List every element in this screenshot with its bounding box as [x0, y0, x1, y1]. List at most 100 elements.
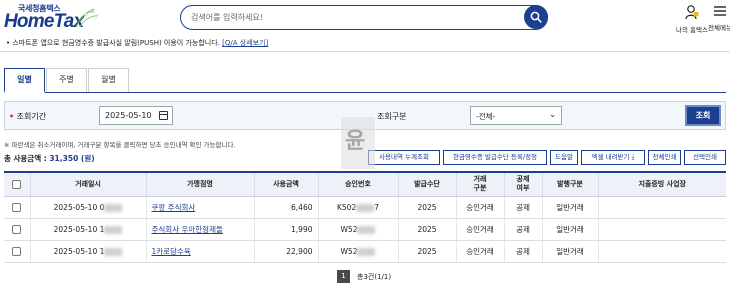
cell-deduct: 공제: [503, 240, 542, 263]
date-value: 2025-05-10: [105, 111, 152, 120]
excel-download-button[interactable]: 엑셀 내려받기 ⤓: [581, 150, 645, 165]
cell-merchant: 1카로당수육: [145, 240, 254, 263]
type-select[interactable]: -전체- ⌄: [470, 106, 562, 125]
redacted-mask: [104, 203, 123, 212]
approval-text: W52: [340, 246, 358, 256]
redacted-mask: [104, 247, 123, 256]
cell-biz: [597, 196, 726, 219]
cell-trade[interactable]: 승인거래: [455, 240, 504, 263]
search-button[interactable]: [524, 5, 548, 29]
qa-detail-link[interactable]: [Q/A 상세보기]: [222, 39, 268, 47]
query-search-button[interactable]: 조회: [685, 105, 721, 126]
cell-issue: 일반거래: [541, 218, 598, 241]
col-datetime: 거래일시: [29, 171, 146, 197]
approval-text: K502: [336, 202, 357, 212]
merchant-link[interactable]: 주식회사 우아한형제들: [152, 225, 223, 234]
hamburger-menu-icon: [714, 6, 726, 16]
redacted-mask: [357, 247, 376, 256]
col-deductible: 공제 여부: [503, 171, 542, 197]
search-input[interactable]: [191, 10, 511, 25]
download-icon: ⤓: [631, 153, 635, 161]
date-input[interactable]: 2025-05-10: [99, 106, 173, 125]
required-marker: •: [9, 112, 15, 121]
push-notice: • 스마트폰 앱으로 현금영수증 발급사실 알림(PUSH) 이용이 가능합니다…: [6, 38, 268, 48]
period-label-wrap: • 조회기간: [9, 111, 46, 122]
cell-merchant: 주식회사 우아한형제들: [145, 218, 254, 241]
header-bar: 국세청홈택스 HomeTax 나의 홈택스 전체메뉴: [0, 0, 730, 36]
table-row: 2025-05-10 0 쿠팡 주식회사 6,460 K502 7 2025 승인…: [4, 196, 726, 219]
cell-trade[interactable]: 승인거래: [455, 218, 504, 241]
cell-issue: 일반거래: [541, 240, 598, 263]
notice-divider: [0, 51, 730, 52]
cell-approval: K502 7: [317, 196, 398, 219]
cell-means: 2025: [397, 218, 456, 241]
logo-decoration-icon: [75, 8, 99, 28]
notice-text: • 스마트폰 앱으로 현금영수증 발급사실 알림(PUSH) 이용이 가능합니다…: [6, 39, 220, 47]
redacted-mask: [356, 203, 375, 212]
select-all-cell: [4, 171, 30, 197]
cell-deduct: 공제: [503, 218, 542, 241]
cell-biz: [597, 218, 726, 241]
cell-means: 2025: [397, 240, 456, 263]
receipt-means-register-button[interactable]: 현금영수증 발급수단 등록/정정: [443, 150, 547, 165]
cell-approval: W52: [317, 218, 398, 241]
tab-monthly[interactable]: 월별: [88, 68, 129, 92]
cell-means: 2025: [397, 196, 456, 219]
col-merchant: 가맹점명: [145, 171, 254, 197]
table-row: 2025-05-10 1 1카로당수육 22,900 W52 2025 승인거래…: [4, 240, 726, 263]
all-menu-button[interactable]: 전체메뉴: [700, 4, 730, 32]
col-issue-type: 발행구분: [541, 171, 598, 197]
col-means: 발급수단: [397, 171, 456, 197]
cell-merchant: 쿠팡 주식회사: [145, 196, 254, 219]
row-checkbox[interactable]: [12, 224, 22, 234]
merchant-link[interactable]: 쿠팡 주식회사: [152, 203, 196, 212]
page-total-text: 총3건(1/1): [357, 273, 392, 281]
type-label: 조회구분: [377, 112, 407, 121]
cell-datetime: 2025-05-10 0: [29, 196, 146, 219]
cell-datetime: 2025-05-10 1: [29, 218, 146, 241]
row-checkbox-cell: [4, 218, 30, 241]
redacted-mask: [357, 225, 376, 234]
watermark-text: 윤: [345, 129, 366, 154]
tab-daily[interactable]: 일별: [4, 68, 45, 93]
table-row: 2025-05-10 1 주식회사 우아한형제들 1,990 W52 2025 …: [4, 218, 726, 241]
excel-download-label: 엑셀 내려받기: [591, 153, 630, 161]
row-checkbox[interactable]: [12, 202, 22, 212]
page-1-button[interactable]: 1: [337, 270, 350, 283]
cell-biz: [597, 240, 726, 263]
cell-issue: 일반거래: [541, 196, 598, 219]
print-selected-button[interactable]: 선택인쇄: [684, 150, 726, 165]
merchant-link[interactable]: 1카로당수육: [152, 247, 191, 256]
search-icon: [530, 11, 542, 23]
tab-weekly[interactable]: 주별: [46, 68, 87, 92]
col-expense-business: 지출증빙 사업장: [597, 171, 726, 197]
col-approval: 승인번호: [317, 171, 398, 197]
cell-amount: 6,460: [253, 196, 318, 219]
col-amount: 사용금액: [253, 171, 318, 197]
cell-amount: 22,900: [253, 240, 318, 263]
hometax-logo[interactable]: 국세청홈택스 HomeTax: [4, 3, 84, 33]
receipt-table: 거래일시 가맹점명 사용금액 승인번호 발급수단 거래 구분 공제 여부 발행구…: [4, 171, 726, 263]
help-button[interactable]: 도움말: [550, 150, 578, 165]
cell-datetime: 2025-05-10 1: [29, 240, 146, 263]
calendar-icon[interactable]: [159, 111, 168, 120]
search-box: [180, 5, 548, 30]
datetime-text: 2025-05-10 1: [53, 246, 105, 256]
cell-deduct: 공제: [503, 196, 542, 219]
redacted-mask: [104, 225, 123, 234]
col-trade-type: 거래 구분: [455, 171, 504, 197]
datetime-text: 2025-05-10 1: [53, 224, 105, 234]
datetime-text: 2025-05-10 0: [53, 202, 105, 212]
table-header-row: 거래일시 가맹점명 사용금액 승인번호 발급수단 거래 구분 공제 여부 발행구…: [4, 171, 726, 197]
approval-text: W52: [340, 224, 358, 234]
select-all-checkbox[interactable]: [12, 179, 22, 189]
period-label: 조회기간: [16, 112, 47, 121]
cell-trade[interactable]: 승인거래: [455, 196, 504, 219]
watermark: 윤: [341, 117, 375, 169]
row-checkbox[interactable]: [12, 246, 22, 256]
row-checkbox-cell: [4, 240, 30, 263]
print-all-button[interactable]: 전체인쇄: [648, 150, 681, 165]
cumulative-usage-button[interactable]: 사용내역 누계조회: [368, 150, 440, 165]
type-selected-value: -전체-: [476, 112, 496, 121]
all-menu-label: 전체메뉴: [708, 24, 730, 32]
